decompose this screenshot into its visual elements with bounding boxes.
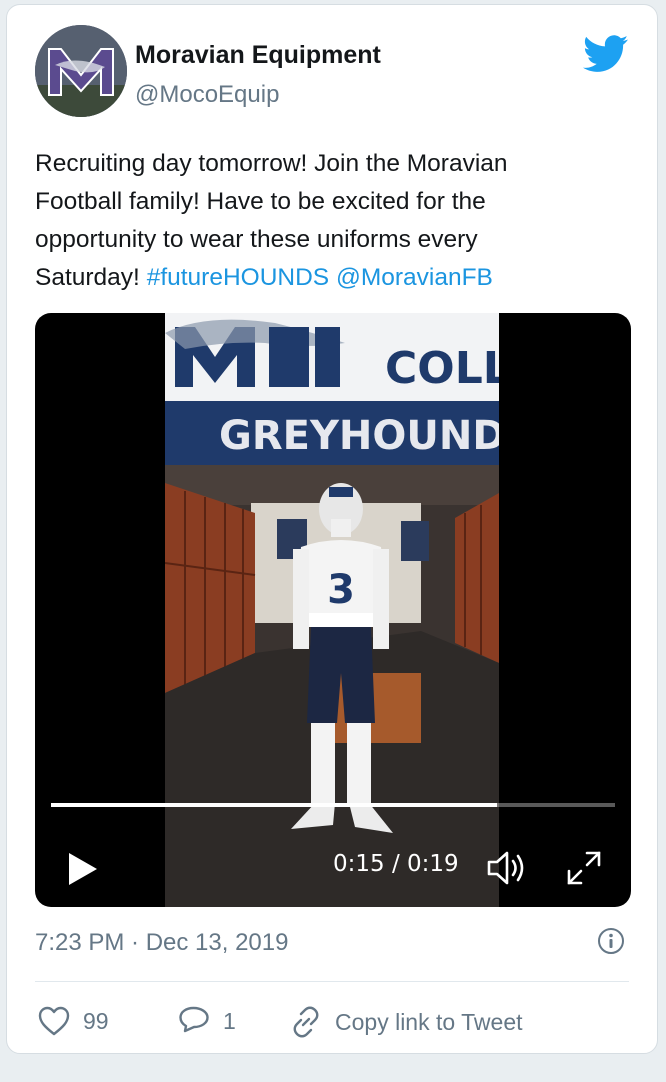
reply-button[interactable]: 1 [177, 1005, 236, 1037]
user-handle[interactable]: @MocoEquip [135, 81, 279, 109]
heart-icon [38, 1006, 70, 1036]
tweet-timestamp[interactable]: 7:23 PM · Dec 13, 2019 [35, 929, 288, 957]
reply-icon [179, 1006, 209, 1033]
copy-link-label: Copy link to Tweet [335, 1008, 523, 1035]
tweet-card[interactable]: Moravian Equipment @MocoEquip Recruiting… [6, 4, 658, 1054]
hashtag-link[interactable]: #futureHOUNDS [147, 264, 329, 291]
video-time: 0:15 / 0:19 [333, 851, 459, 877]
fullscreen-icon[interactable] [565, 849, 603, 887]
video-frame[interactable]: COLL GREYHOUNDS [165, 313, 499, 907]
banner-top-text: COLL [385, 343, 499, 394]
copy-link-button[interactable]: Copy link to Tweet [289, 1005, 523, 1039]
volume-icon[interactable] [485, 849, 527, 887]
tweet-text-line: Saturday! #futureHOUNDS @MoravianFB [35, 259, 635, 297]
divider [35, 981, 629, 982]
info-icon[interactable] [597, 927, 625, 955]
tweet-text-line: opportunity to wear these uniforms every [35, 226, 478, 253]
play-icon[interactable] [65, 851, 99, 887]
video-progress-fill [51, 803, 497, 807]
twitter-bird-icon[interactable] [583, 35, 629, 73]
link-icon [293, 1006, 319, 1038]
tweet-text: Recruiting day tomorrow! Join the Moravi… [35, 145, 635, 297]
reply-count: 1 [223, 1007, 236, 1034]
mention-link[interactable]: @MoravianFB [336, 264, 493, 291]
tweet-text-line: Football family! Have to be excited for … [35, 188, 486, 215]
like-count: 99 [83, 1007, 109, 1034]
video-progress-bar[interactable] [51, 803, 615, 807]
video-player[interactable]: COLL GREYHOUNDS [35, 313, 631, 907]
like-button[interactable]: 99 [37, 1005, 109, 1037]
tweet-text-line: Recruiting day tomorrow! Join the Moravi… [35, 150, 508, 177]
banner-main-text: GREYHOUNDS [219, 413, 499, 459]
jersey-number: 3 [327, 567, 355, 613]
display-name[interactable]: Moravian Equipment [135, 41, 381, 70]
tweet-text-segment: Saturday! [35, 264, 147, 291]
avatar[interactable] [35, 25, 127, 117]
